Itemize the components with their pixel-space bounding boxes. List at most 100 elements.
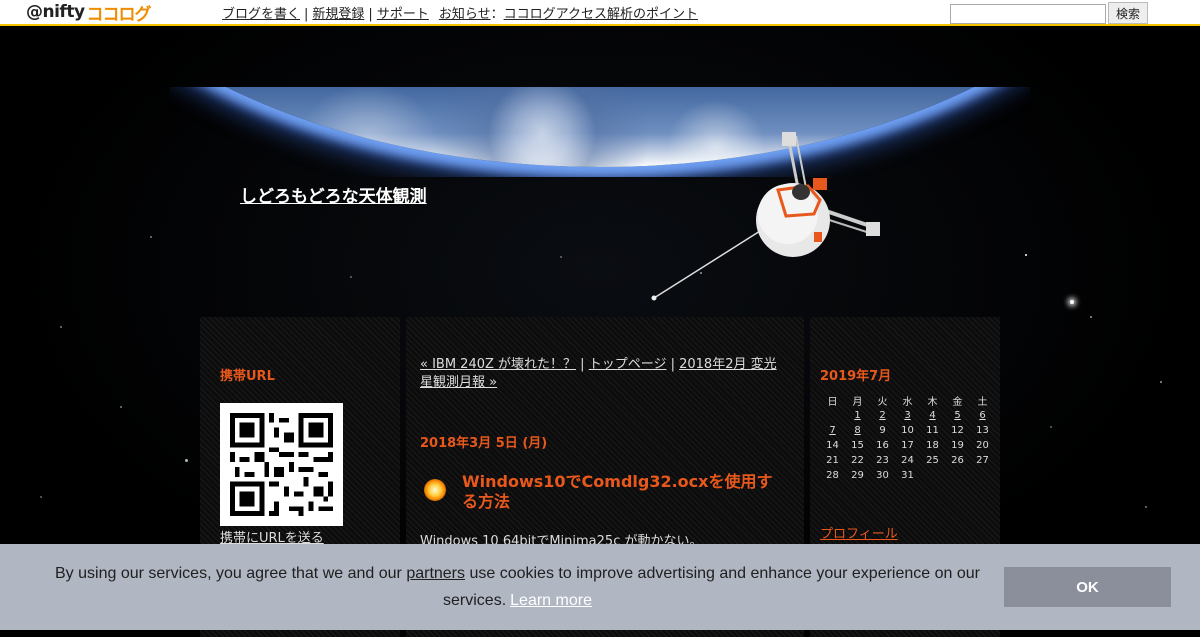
weekday-label: 月 xyxy=(852,397,863,408)
calendar-day: 11 xyxy=(926,425,939,436)
star xyxy=(60,326,62,328)
calendar-day-link[interactable]: 7 xyxy=(829,425,835,436)
search-input[interactable] xyxy=(950,4,1106,24)
calendar-day: 23 xyxy=(876,455,889,466)
prev-post-link[interactable]: « IBM 240Z が壊れた！？ xyxy=(420,357,576,372)
mobile-url-heading: 携帯URL xyxy=(220,369,275,384)
search-button[interactable]: 検索 xyxy=(1108,2,1148,24)
calendar-week-row: 21 22 23 24 25 26 27 xyxy=(820,453,995,468)
top-page-link[interactable]: トップページ xyxy=(589,357,667,372)
nav-write-blog[interactable]: ブログを書く xyxy=(222,7,300,22)
cookie-message: By using our services, you agree that we… xyxy=(40,560,995,614)
calendar-day: 4 xyxy=(920,408,945,423)
calendar-weekday-row: 日 月 火 水 木 金 土 xyxy=(820,393,995,408)
calendar-day: 22 xyxy=(851,455,864,466)
calendar-day xyxy=(820,408,845,423)
calendar-day: 20 xyxy=(976,440,989,451)
calendar-day-link[interactable]: 2 xyxy=(879,410,885,421)
calendar-day xyxy=(970,468,995,483)
calendar-day: 21 xyxy=(826,455,839,466)
nifty-topbar: @nifty ココログ ブログを書く | 新規登録 | サポート お知らせ：ココログアクセ… xyxy=(0,0,1200,26)
calendar-day: 12 xyxy=(951,425,964,436)
logo-cocolog: ココログ xyxy=(86,4,152,25)
calendar-day: 26 xyxy=(951,455,964,466)
nifty-cocolog-logo[interactable]: @nifty ココログ xyxy=(26,1,152,25)
calendar-day xyxy=(945,468,970,483)
calendar-day: 24 xyxy=(901,455,914,466)
weekday-label: 金 xyxy=(952,397,963,408)
calendar-day: 13 xyxy=(976,425,989,436)
earth xyxy=(170,87,1030,167)
calendar-day: 30 xyxy=(876,470,889,481)
star xyxy=(185,459,188,462)
calendar-title: 2019年7月 xyxy=(820,369,892,384)
post-title[interactable]: Windows10でComdlg32.ocxを使用する方法 xyxy=(462,472,782,512)
calendar-day-link[interactable]: 8 xyxy=(854,425,860,436)
notice-colon: ： xyxy=(490,7,504,22)
partners-link[interactable]: partners xyxy=(406,565,465,582)
post-navigation: « IBM 240Z が壊れた！？ | トップページ | 2018年2月 変光星… xyxy=(420,356,780,392)
weekday-label: 日 xyxy=(827,397,838,408)
calendar-day: 5 xyxy=(945,408,970,423)
calendar-day: 28 xyxy=(826,470,839,481)
calendar-day: 31 xyxy=(901,470,914,481)
star xyxy=(350,276,352,278)
calendar-day: 25 xyxy=(926,455,939,466)
calendar-day-link[interactable]: 3 xyxy=(904,410,910,421)
calendar-day: 29 xyxy=(851,470,864,481)
star xyxy=(1025,254,1027,256)
calendar-week-row: 14 15 16 17 18 19 20 xyxy=(820,438,995,453)
star xyxy=(1090,316,1092,318)
calendar-day: 14 xyxy=(826,440,839,451)
star xyxy=(40,496,42,498)
calendar-week-row: 7 8 9 10 11 12 13 xyxy=(820,423,995,438)
nav-separator: | xyxy=(666,357,680,372)
learn-more-link[interactable]: Learn more xyxy=(510,592,592,609)
qr-code xyxy=(220,403,343,526)
calendar-day: 6 xyxy=(970,408,995,423)
calendar-day: 3 xyxy=(895,408,920,423)
notice-label[interactable]: お知らせ xyxy=(439,7,491,22)
calendar: 日 月 火 水 木 金 土 1 2 3 4 5 6 7 8 9 10 11 12 13 14 15 16 17 1… xyxy=(820,393,995,483)
earth-horizon-image xyxy=(170,87,1030,177)
weekday-label: 水 xyxy=(902,397,913,408)
calendar-day: 19 xyxy=(951,440,964,451)
star xyxy=(1050,426,1052,428)
star xyxy=(1070,300,1074,304)
nav-separator: | xyxy=(576,357,589,372)
cookie-ok-button[interactable]: OK xyxy=(1004,567,1171,607)
calendar-day: 18 xyxy=(926,440,939,451)
top-nav: ブログを書く | 新規登録 | サポート お知らせ：ココログアクセス解析のポイント xyxy=(222,3,698,22)
calendar-day: 7 xyxy=(820,423,845,438)
calendar-day-link[interactable]: 5 xyxy=(954,410,960,421)
calendar-day xyxy=(920,468,945,483)
sun-icon xyxy=(424,479,446,501)
star xyxy=(560,256,562,258)
calendar-day: 17 xyxy=(901,440,914,451)
calendar-day: 9 xyxy=(879,425,886,436)
star xyxy=(120,406,122,408)
calendar-day: 27 xyxy=(976,455,989,466)
calendar-day-link[interactable]: 6 xyxy=(979,410,985,421)
nav-support[interactable]: サポート xyxy=(377,7,429,22)
profile-link[interactable]: プロフィール xyxy=(820,523,898,542)
notice-link[interactable]: ココログアクセス解析のポイント xyxy=(504,7,698,22)
nav-divider: | xyxy=(304,7,309,22)
star xyxy=(150,236,152,238)
cookie-text-before: By using our services, you agree that we… xyxy=(55,565,407,582)
nav-divider: | xyxy=(368,7,373,22)
weekday-label: 火 xyxy=(877,397,888,408)
calendar-day: 16 xyxy=(876,440,889,451)
calendar-day: 10 xyxy=(901,425,914,436)
space-probe-illustration xyxy=(651,132,880,301)
calendar-week-row: 28 29 30 31 xyxy=(820,468,995,483)
calendar-day-link[interactable]: 4 xyxy=(929,410,935,421)
star xyxy=(1160,381,1162,383)
calendar-week-row: 1 2 3 4 5 6 xyxy=(820,408,995,423)
calendar-day-link[interactable]: 1 xyxy=(854,410,860,421)
weekday-label: 木 xyxy=(927,397,938,408)
post-date: 2018年3月 5日 (月) xyxy=(420,436,548,451)
weekday-label: 土 xyxy=(977,397,988,408)
blog-title[interactable]: しどろもどろな天体観測 xyxy=(240,182,427,207)
nav-register[interactable]: 新規登録 xyxy=(312,7,364,22)
